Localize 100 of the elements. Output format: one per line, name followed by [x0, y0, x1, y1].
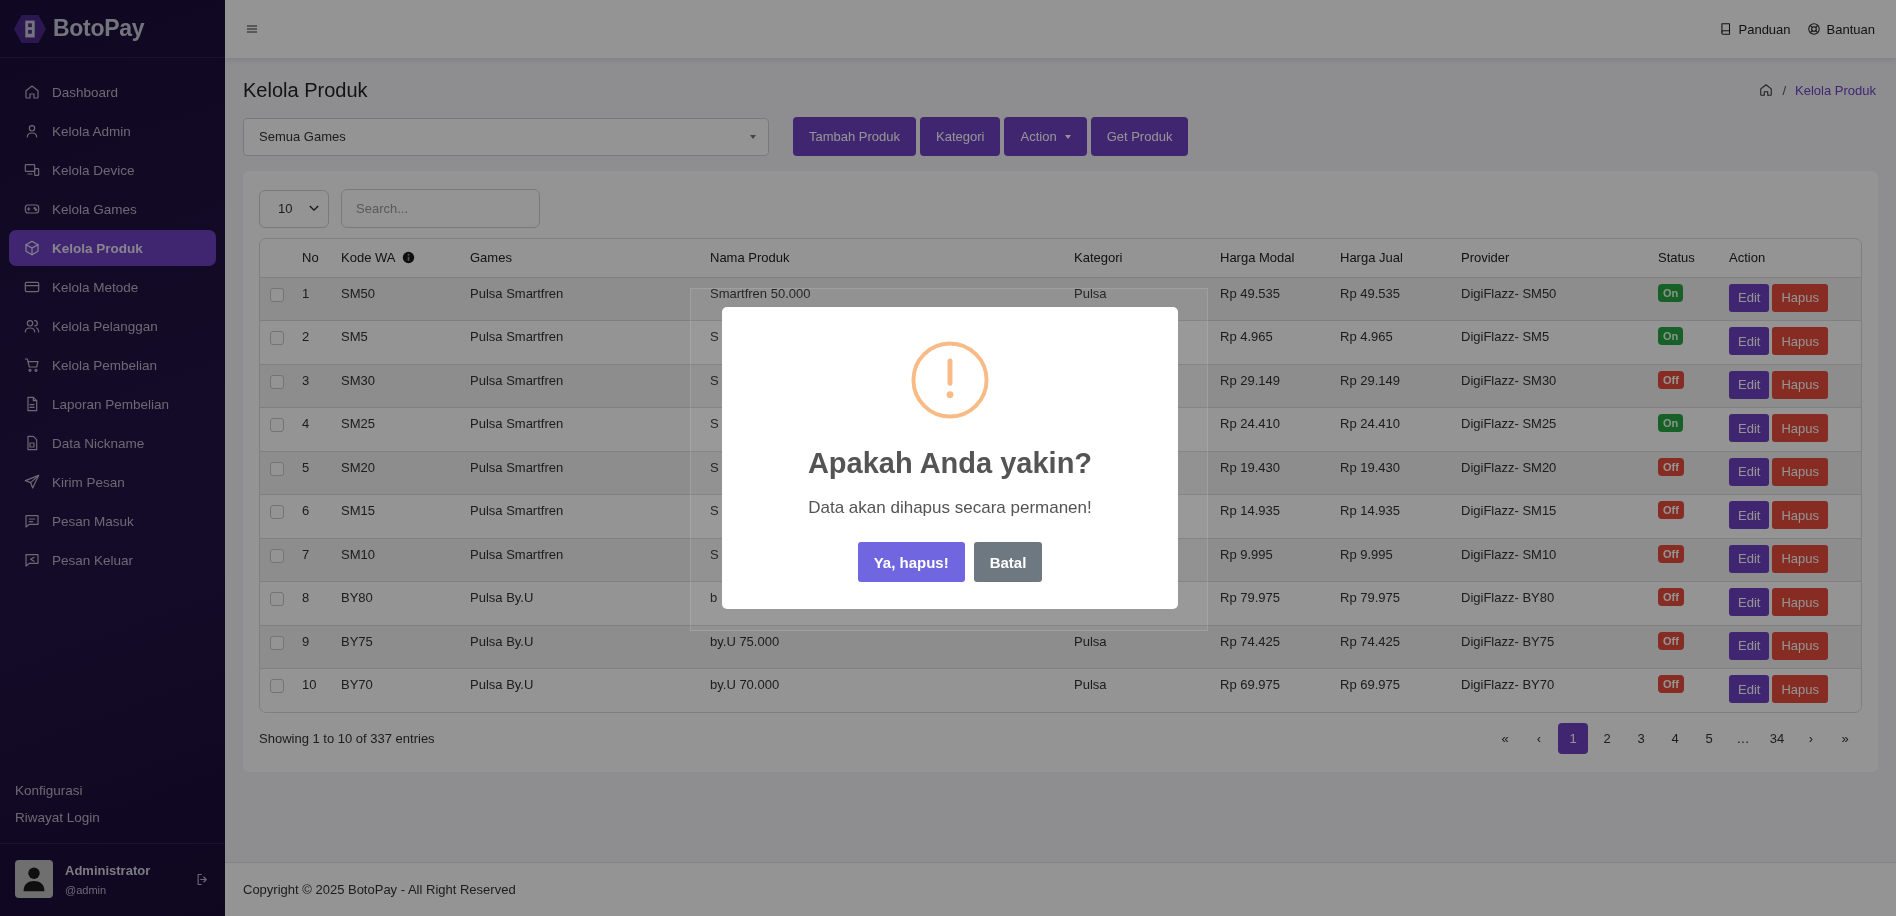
sidebar-link[interactable]: Riwayat Login — [15, 810, 100, 825]
page-link[interactable]: » — [1830, 723, 1860, 754]
delete-button[interactable]: Hapus — [1772, 501, 1828, 529]
edit-button[interactable]: Edit — [1729, 631, 1770, 660]
table-cell: SM30 — [341, 372, 375, 388]
row-checkbox[interactable] — [270, 418, 284, 432]
status-badge: Off — [1658, 501, 1684, 519]
table-cell: Rp 74.425 — [1340, 633, 1400, 649]
edit-button[interactable]: Edit — [1729, 283, 1770, 312]
page-link[interactable]: « — [1490, 723, 1520, 754]
delete-button[interactable]: Hapus — [1772, 457, 1828, 486]
sidebar-item[interactable]: Pesan Keluar — [9, 542, 216, 578]
row-checkbox[interactable] — [270, 505, 284, 519]
page-link[interactable]: 3 — [1626, 723, 1656, 754]
page-link[interactable]: 5 — [1694, 723, 1724, 754]
row-checkbox[interactable] — [270, 635, 284, 650]
sidebar-link[interactable]: Konfigurasi — [15, 783, 83, 798]
sidebar-item[interactable]: Kelola Device — [9, 152, 216, 188]
page-link[interactable]: ‹ — [1524, 723, 1554, 754]
row-checkbox[interactable] — [270, 374, 284, 389]
delete-button[interactable]: Hapus — [1772, 588, 1828, 616]
table-cell: DigiFlazz- SM20 — [1461, 459, 1557, 475]
delete-button[interactable]: Hapus — [1772, 675, 1828, 703]
table-cell: Rp 4.965 — [1220, 329, 1273, 344]
sidebar-item[interactable]: Data Nickname — [9, 425, 216, 461]
page-link[interactable]: 34 — [1762, 723, 1792, 754]
edit-button[interactable]: Edit — [1729, 457, 1770, 486]
table-cell: Pulsa Smartfren — [470, 372, 564, 388]
table-cell: by.U 75.000 — [710, 633, 780, 649]
breadcrumb-item: Kelola Produk — [1795, 82, 1876, 98]
delete-button[interactable]: Hapus — [1772, 631, 1828, 660]
logout-icon[interactable] — [195, 871, 210, 887]
page-link[interactable]: 1 — [1558, 723, 1588, 754]
table-cell: DigiFlazz- SM10 — [1461, 546, 1557, 562]
top-link[interactable]: Bantuan — [1806, 21, 1875, 37]
sidebar-item[interactable]: Kelola Pelanggan — [9, 308, 216, 344]
status-badge: Off — [1658, 631, 1684, 650]
sidebar-item[interactable]: Dashboard — [9, 74, 216, 110]
column-header[interactable]: Harga Modal — [1220, 250, 1295, 266]
column-header[interactable]: Provider — [1461, 250, 1510, 266]
delete-button[interactable]: Hapus — [1772, 327, 1828, 355]
row-checkbox[interactable] — [270, 548, 284, 563]
column-header[interactable]: Kategori — [1074, 250, 1123, 266]
toolbar-button[interactable]: Kategori — [920, 117, 1001, 156]
column-header[interactable]: Status — [1658, 250, 1695, 266]
table-cell: Rp 19.430 — [1340, 459, 1400, 475]
table-cell: 3 — [302, 372, 310, 388]
column-header[interactable]: Games — [470, 250, 512, 266]
page-link[interactable]: … — [1728, 723, 1758, 754]
column-header[interactable]: Kode WA — [341, 250, 396, 266]
table-cell: DigiFlazz- BY80 — [1461, 590, 1555, 605]
sidebar-item[interactable]: Kirim Pesan — [9, 464, 216, 500]
menu-icon[interactable] — [245, 22, 259, 36]
games-select[interactable]: Semua Games — [243, 117, 769, 156]
edit-button[interactable]: Edit — [1729, 675, 1770, 703]
row-checkbox[interactable] — [270, 679, 284, 693]
devices-icon — [24, 162, 40, 178]
column-header[interactable]: Harga Jual — [1340, 250, 1403, 266]
users-icon — [24, 318, 40, 334]
sidebar-item[interactable]: Kelola Metode — [9, 269, 216, 305]
edit-button[interactable]: Edit — [1729, 370, 1770, 399]
page-link[interactable]: 4 — [1660, 723, 1690, 754]
edit-button[interactable]: Edit — [1729, 501, 1770, 529]
sidebar-item[interactable]: Kelola Produk — [9, 230, 216, 266]
page-link[interactable]: 2 — [1592, 723, 1622, 754]
home-icon[interactable] — [1759, 83, 1774, 97]
sidebar-item[interactable]: Kelola Pembelian — [9, 347, 216, 383]
sidebar-item[interactable]: Laporan Pembelian — [9, 386, 216, 422]
row-checkbox[interactable] — [270, 461, 284, 476]
avatar-icon — [15, 860, 53, 898]
delete-button[interactable]: Hapus — [1772, 544, 1828, 573]
sidebar-item[interactable]: Pesan Masuk — [9, 503, 216, 539]
table-cell: Rp 49.535 — [1340, 285, 1400, 301]
top-link[interactable]: Panduan — [1718, 21, 1791, 37]
confirm-button[interactable]: Ya, hapus! — [857, 542, 965, 582]
row-checkbox[interactable] — [270, 331, 284, 345]
delete-button[interactable]: Hapus — [1772, 370, 1828, 399]
toolbar-button[interactable]: Action — [1004, 117, 1087, 156]
sidebar-item[interactable]: Kelola Games — [9, 191, 216, 227]
toolbar-button[interactable]: Get Produk — [1090, 117, 1189, 156]
table-cell: DigiFlazz- SM15 — [1461, 503, 1557, 518]
sidebar-item[interactable]: Kelola Admin — [9, 113, 216, 149]
column-header[interactable]: No — [302, 250, 319, 266]
row-checkbox[interactable] — [270, 287, 284, 302]
row-checkbox[interactable] — [270, 592, 284, 606]
delete-button[interactable]: Hapus — [1772, 414, 1828, 442]
page-link[interactable]: › — [1796, 723, 1826, 754]
search-field[interactable]: Search... — [341, 189, 540, 228]
table-cell: Rp 29.149 — [1220, 372, 1280, 388]
page-length-select[interactable]: 10 — [259, 189, 329, 228]
delete-button[interactable]: Hapus — [1772, 283, 1828, 312]
edit-button[interactable]: Edit — [1729, 588, 1770, 616]
edit-button[interactable]: Edit — [1729, 544, 1770, 573]
column-header[interactable]: Action — [1729, 250, 1766, 266]
toolbar-button[interactable]: Tambah Produk — [793, 117, 917, 156]
edit-button[interactable]: Edit — [1729, 414, 1770, 442]
table-cell: Rp 24.410 — [1340, 416, 1400, 431]
edit-button[interactable]: Edit — [1729, 327, 1770, 355]
column-header[interactable]: Nama Produk — [710, 250, 790, 266]
cancel-button[interactable]: Batal — [973, 542, 1043, 582]
